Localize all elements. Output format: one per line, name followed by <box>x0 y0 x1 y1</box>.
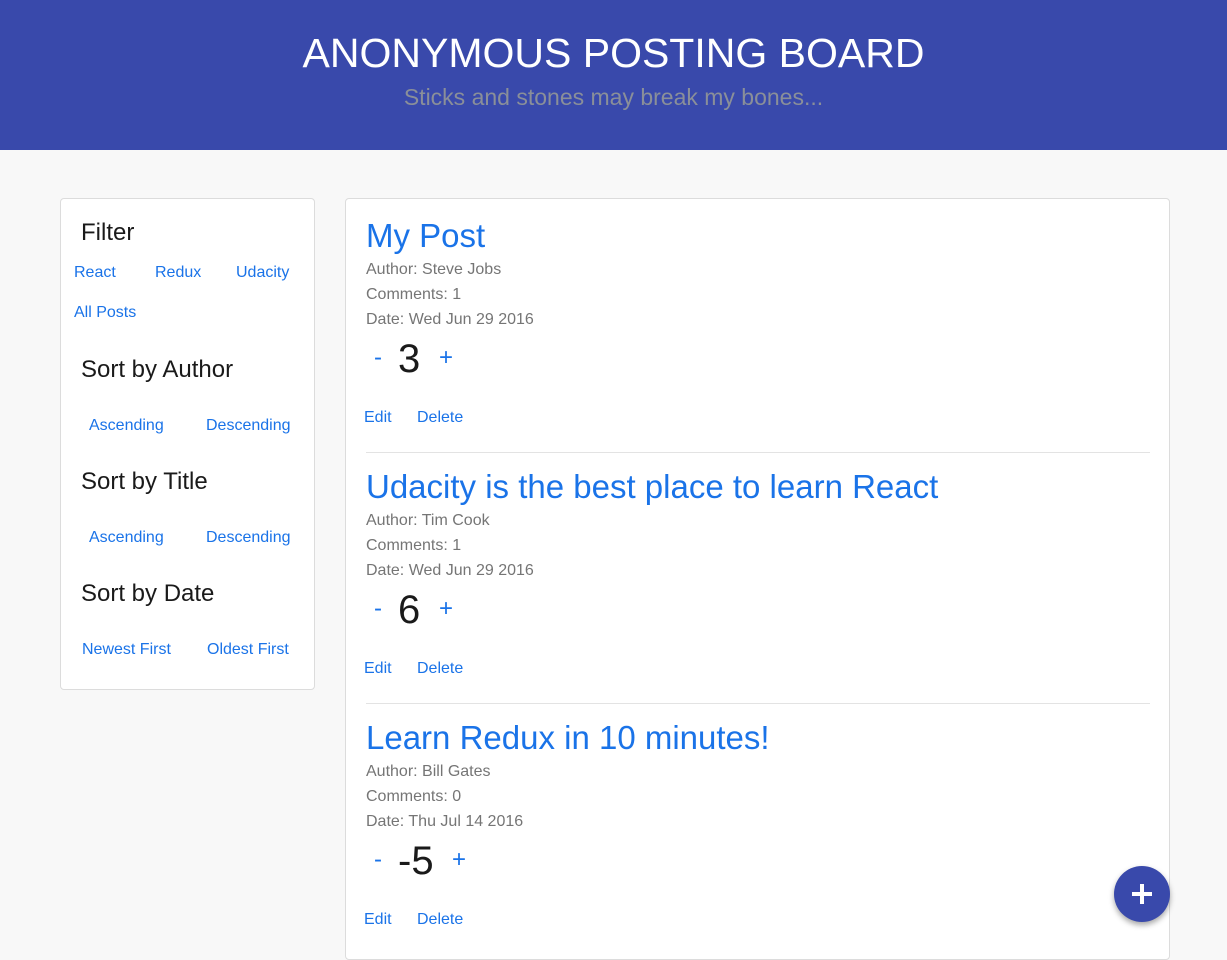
sort-author-heading: Sort by Author <box>81 356 234 383</box>
post-card: My Post Author: Steve Jobs Comments: 1 D… <box>346 199 1169 453</box>
post-title[interactable]: My Post <box>366 217 485 255</box>
post-comments: Comments: 1 <box>366 286 462 303</box>
vote-score: 3 <box>398 337 421 381</box>
upvote-button[interactable]: + <box>452 846 466 874</box>
post-author: Author: Bill Gates <box>366 763 491 780</box>
sidebar: Filter React Redux Udacity All Posts Sor… <box>60 198 315 690</box>
sort-date-oldest[interactable]: Oldest First <box>207 641 289 659</box>
post-date: Date: Wed Jun 29 2016 <box>366 562 534 579</box>
app-title: ANONYMOUS POSTING BOARD <box>302 30 925 76</box>
post-author: Author: Tim Cook <box>366 512 490 529</box>
delete-button[interactable]: Delete <box>417 409 463 427</box>
upvote-button[interactable]: + <box>439 595 453 623</box>
sort-title-heading: Sort by Title <box>81 468 208 495</box>
filter-heading: Filter <box>81 219 135 246</box>
post-card: Udacity is the best place to learn React… <box>346 450 1169 704</box>
app-subtitle: Sticks and stones may break my bones... <box>403 84 824 110</box>
sort-title-ascending[interactable]: Ascending <box>89 529 164 547</box>
sort-author-ascending[interactable]: Ascending <box>89 417 164 435</box>
posts-list: My Post Author: Steve Jobs Comments: 1 D… <box>345 198 1170 960</box>
add-post-button[interactable] <box>1114 866 1170 922</box>
post-title[interactable]: Learn Redux in 10 minutes! <box>366 719 770 757</box>
post-card: Learn Redux in 10 minutes! Author: Bill … <box>346 701 1169 952</box>
post-author: Author: Steve Jobs <box>366 261 502 278</box>
filter-redux[interactable]: Redux <box>155 264 201 282</box>
vote-score: -5 <box>398 839 434 883</box>
upvote-button[interactable]: + <box>439 344 453 372</box>
post-date: Date: Thu Jul 14 2016 <box>366 813 524 830</box>
downvote-button[interactable]: - <box>374 344 382 372</box>
edit-button[interactable]: Edit <box>364 660 392 678</box>
app-header: ANONYMOUS POSTING BOARD Sticks and stone… <box>0 0 1227 150</box>
filter-all-posts[interactable]: All Posts <box>74 304 136 322</box>
sort-title-descending[interactable]: Descending <box>206 529 291 547</box>
post-comments: Comments: 0 <box>366 788 462 805</box>
sort-date-heading: Sort by Date <box>81 580 215 607</box>
filter-udacity[interactable]: Udacity <box>236 264 289 282</box>
edit-button[interactable]: Edit <box>364 409 392 427</box>
post-comments: Comments: 1 <box>366 537 462 554</box>
delete-button[interactable]: Delete <box>417 660 463 678</box>
plus-icon <box>1132 884 1152 904</box>
post-date: Date: Wed Jun 29 2016 <box>366 311 534 328</box>
sort-author-descending[interactable]: Descending <box>206 417 291 435</box>
downvote-button[interactable]: - <box>374 846 382 874</box>
downvote-button[interactable]: - <box>374 595 382 623</box>
delete-button[interactable]: Delete <box>417 911 463 929</box>
sort-date-newest[interactable]: Newest First <box>82 641 171 659</box>
post-title[interactable]: Udacity is the best place to learn React <box>366 468 938 506</box>
filter-react[interactable]: React <box>74 264 116 282</box>
edit-button[interactable]: Edit <box>364 911 392 929</box>
vote-score: 6 <box>398 588 421 632</box>
